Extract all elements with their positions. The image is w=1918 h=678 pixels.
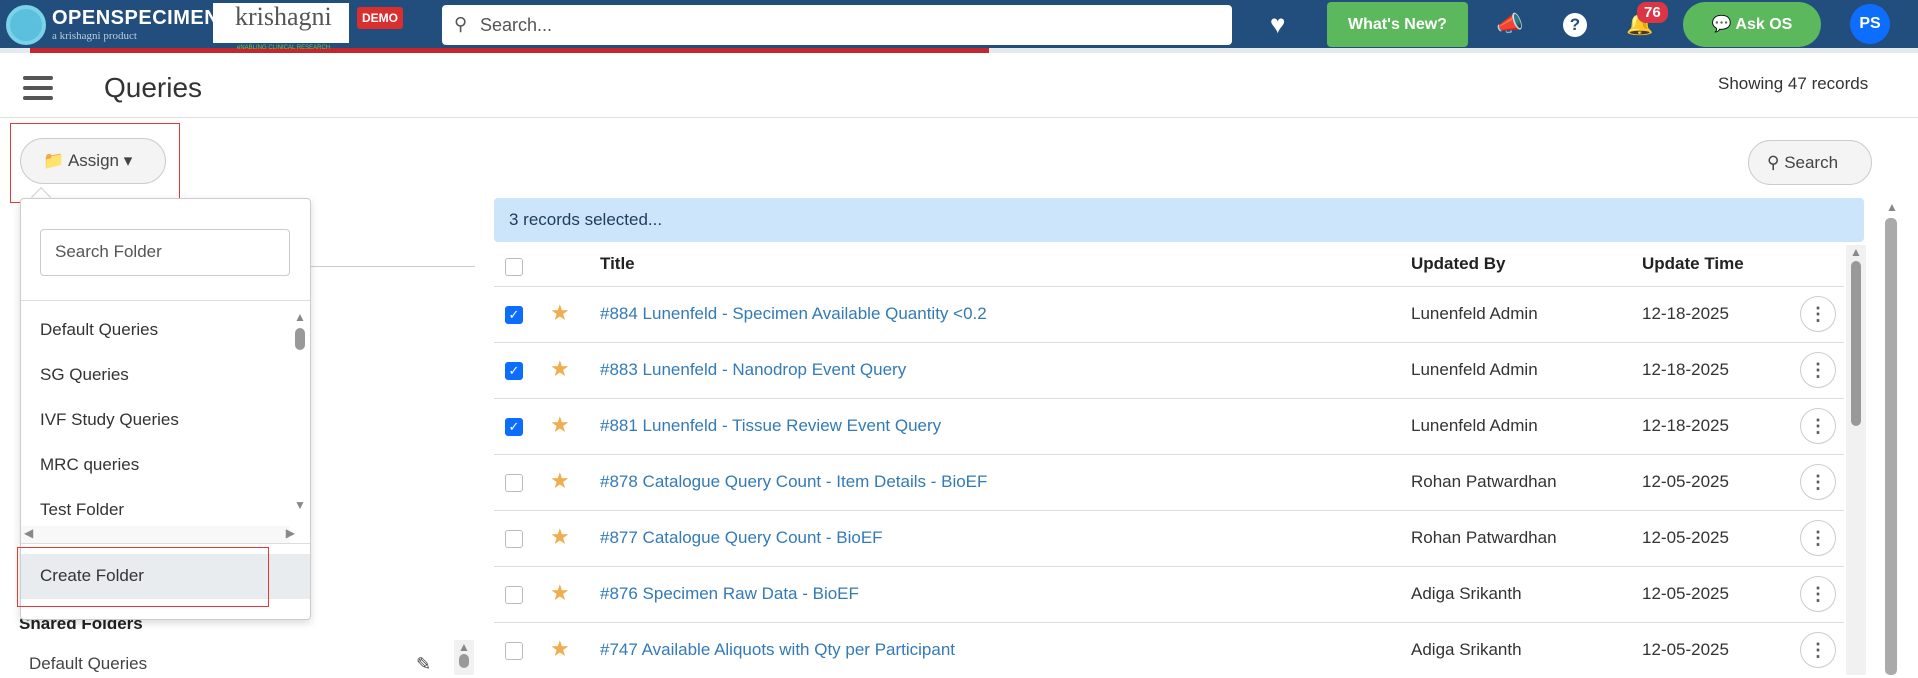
search-icon: ⚲	[1767, 153, 1780, 172]
assign-button[interactable]: 📁 Assign ▾	[20, 138, 166, 184]
folder-item[interactable]: Test Folder	[40, 500, 124, 520]
selection-banner: 3 records selected...	[494, 198, 1864, 242]
query-title-link[interactable]: #883 Lunenfeld - Nanodrop Event Query	[600, 360, 906, 380]
row-checkbox[interactable]: ✓	[505, 362, 523, 380]
search-placeholder: Search...	[480, 15, 553, 35]
update-time: 12-05-2025	[1642, 584, 1729, 603]
record-count: Showing 47 records	[1718, 74, 1869, 93]
more-options-icon[interactable]: ⋮	[1800, 632, 1836, 668]
search-label: Search	[1784, 153, 1839, 172]
update-time: 12-18-2025	[1642, 304, 1729, 323]
folder-search-input[interactable]: Search Folder	[40, 229, 290, 276]
divider	[0, 117, 1918, 118]
user-avatar[interactable]: PS	[1850, 4, 1890, 44]
update-time: 12-05-2025	[1642, 472, 1729, 491]
sidebar-scrollbar[interactable]: ▲	[454, 640, 474, 675]
brand-name: OPENSPECIMEN	[52, 7, 220, 29]
query-title-link[interactable]: #884 Lunenfeld - Specimen Available Quan…	[600, 304, 987, 324]
menu-hamburger-icon[interactable]	[23, 76, 53, 106]
demo-badge: DEMO	[357, 7, 403, 29]
divider	[311, 266, 475, 267]
page-scroll-up-icon[interactable]: ▲	[1886, 200, 1898, 214]
star-icon[interactable]: ★	[550, 636, 570, 662]
more-options-icon[interactable]: ⋮	[1800, 296, 1836, 332]
brand-subtitle: a krishagni product	[52, 30, 137, 42]
folder-item[interactable]: IVF Study Queries	[40, 410, 179, 430]
search-button[interactable]: ⚲ Search	[1748, 140, 1872, 185]
folder-icon: 📁	[43, 151, 65, 170]
folder-item[interactable]: MRC queries	[40, 455, 139, 475]
updated-by: Lunenfeld Admin	[1411, 304, 1538, 323]
star-icon[interactable]: ★	[550, 580, 570, 606]
query-title-link[interactable]: #878 Catalogue Query Count - Item Detail…	[600, 472, 987, 492]
more-options-icon[interactable]: ⋮	[1800, 352, 1836, 388]
divider	[21, 543, 310, 544]
row-checkbox[interactable]	[505, 530, 523, 548]
favorites-heart-icon[interactable]: ♥	[1270, 9, 1285, 40]
chat-icon: 💬	[1711, 16, 1732, 33]
star-icon[interactable]: ★	[550, 412, 570, 438]
star-icon[interactable]: ★	[550, 356, 570, 382]
more-options-icon[interactable]: ⋮	[1800, 520, 1836, 556]
update-time: 12-05-2025	[1642, 640, 1729, 659]
partner-tagline: eNABLING CLINICAL RESEARCH	[237, 45, 331, 51]
select-all-checkbox[interactable]	[505, 258, 523, 276]
updated-by: Rohan Patwardhan	[1411, 528, 1557, 547]
row-checkbox[interactable]	[505, 474, 523, 492]
megaphone-icon[interactable]: 📣	[1496, 11, 1523, 37]
assign-label: Assign	[67, 151, 119, 170]
star-icon[interactable]: ★	[550, 524, 570, 550]
query-title-link[interactable]: #747 Available Aliquots with Qty per Par…	[600, 640, 955, 660]
column-header-updated-by[interactable]: Updated By	[1411, 254, 1505, 274]
openspecimen-logo-icon[interactable]	[6, 5, 46, 45]
ask-os-label: Ask OS	[1735, 16, 1793, 33]
page-scrollbar-thumb[interactable]	[1885, 218, 1897, 675]
updated-by: Lunenfeld Admin	[1411, 416, 1538, 435]
help-icon[interactable]: ?	[1563, 13, 1587, 37]
edit-icon[interactable]: ✎	[416, 654, 431, 675]
updated-by: Rohan Patwardhan	[1411, 472, 1557, 491]
loading-progress-bar	[30, 48, 989, 53]
page-title: Queries	[104, 72, 203, 103]
notification-count-badge: 76	[1637, 2, 1668, 23]
query-title-link[interactable]: #876 Specimen Raw Data - BioEF	[600, 584, 859, 604]
ask-os-button[interactable]: 💬 Ask OS	[1683, 2, 1821, 47]
updated-by: Adiga Srikanth	[1411, 640, 1522, 659]
partner-name: krishagni	[235, 2, 332, 31]
whats-new-button[interactable]: What's New?	[1327, 2, 1468, 47]
folder-item[interactable]: Default Queries	[40, 320, 158, 340]
row-checkbox[interactable]: ✓	[505, 418, 523, 436]
star-icon[interactable]: ★	[550, 468, 570, 494]
updated-by: Lunenfeld Admin	[1411, 360, 1538, 379]
table-scrollbar[interactable]: ▲	[1846, 245, 1866, 675]
highlight-box	[17, 547, 269, 607]
more-options-icon[interactable]: ⋮	[1800, 464, 1836, 500]
row-checkbox[interactable]	[505, 642, 523, 660]
update-time: 12-18-2025	[1642, 360, 1729, 379]
more-options-icon[interactable]: ⋮	[1800, 408, 1836, 444]
row-checkbox[interactable]: ✓	[505, 306, 523, 324]
divider	[21, 300, 310, 301]
row-checkbox[interactable]	[505, 586, 523, 604]
folder-list-vscrollbar[interactable]: ▲ ▼	[290, 310, 310, 525]
query-title-link[interactable]: #877 Catalogue Query Count - BioEF	[600, 528, 883, 548]
update-time: 12-18-2025	[1642, 416, 1729, 435]
column-header-title[interactable]: Title	[600, 254, 635, 274]
krishagni-logo: krishagni eNABLING CLINICAL RESEARCH	[213, 2, 349, 51]
update-time: 12-05-2025	[1642, 528, 1729, 547]
query-title-link[interactable]: #881 Lunenfeld - Tissue Review Event Que…	[600, 416, 941, 436]
folder-item[interactable]: SG Queries	[40, 365, 129, 385]
updated-by: Adiga Srikanth	[1411, 584, 1522, 603]
star-icon[interactable]: ★	[550, 300, 570, 326]
caret-down-icon: ▾	[123, 151, 133, 170]
folder-list-hscrollbar[interactable]: ◀ ▶	[21, 526, 295, 544]
search-icon: ⚲	[454, 14, 468, 34]
more-options-icon[interactable]: ⋮	[1800, 576, 1836, 612]
shared-folder-item[interactable]: Default Queries	[29, 654, 147, 674]
column-header-update-time[interactable]: Update Time	[1642, 254, 1744, 274]
global-search-input[interactable]: ⚲ Search...	[442, 5, 1232, 45]
